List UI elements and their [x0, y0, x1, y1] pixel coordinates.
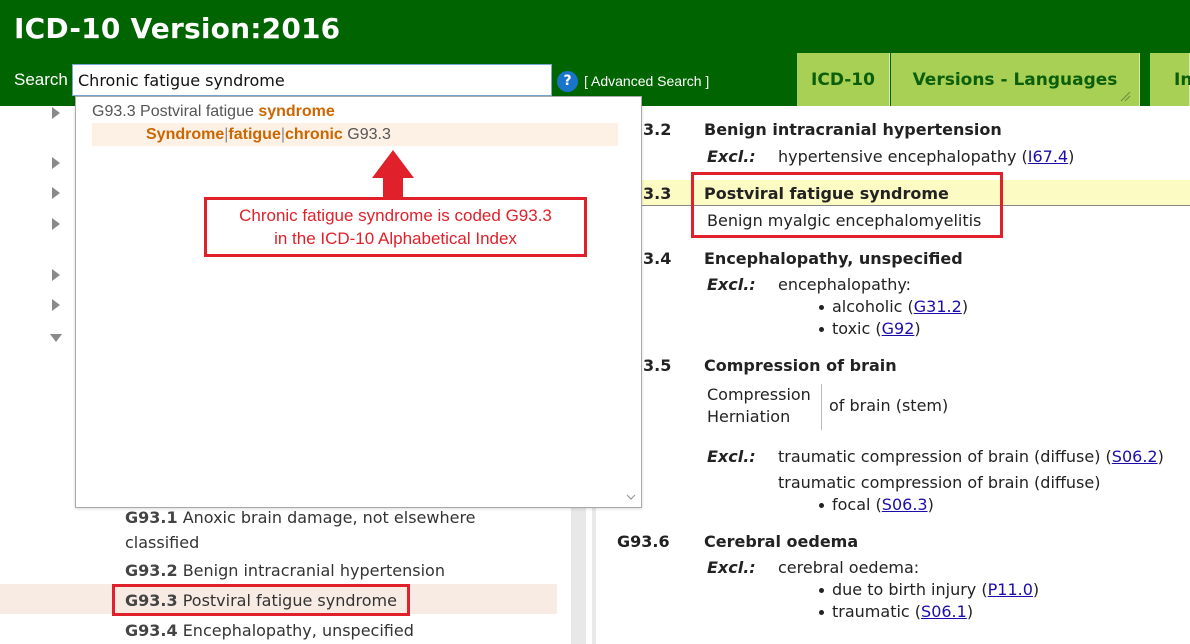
excl-item: traumatic compression of brain (diffuse)	[778, 473, 1101, 492]
excl-label: Excl.:	[707, 275, 756, 294]
annotation-arrow-icon	[372, 150, 414, 178]
tree-expand-icon[interactable]	[52, 218, 60, 230]
link-g31-2[interactable]: G31.2	[914, 297, 962, 316]
excl-subitem: traumatic (S06.1)	[832, 602, 974, 621]
category-highlight-box	[691, 172, 1003, 238]
excl-subitem: focal (S06.3)	[832, 495, 934, 514]
inclusion-term: of brain (stem)	[829, 396, 949, 415]
tree-expand-icon[interactable]	[52, 107, 60, 119]
tree-item-g93-1[interactable]: G93.1 Anoxic brain damage, not elsewhere	[125, 505, 476, 530]
excl-label: Excl.:	[707, 147, 756, 166]
tab-versions-languages[interactable]: Versions - Languages	[891, 53, 1140, 106]
bullet-icon	[819, 610, 824, 615]
advanced-search-link[interactable]: [ Advanced Search ]	[584, 73, 709, 89]
excl-label: Excl.:	[707, 558, 756, 577]
tree-expand-icon[interactable]	[52, 299, 60, 311]
excl-item: hypertensive encephalopathy (I67.4)	[778, 147, 1075, 166]
bullet-icon	[819, 588, 824, 593]
inclusion-term: Herniation	[707, 407, 791, 426]
link-i67-4[interactable]: I67.4	[1028, 147, 1068, 166]
tree-item-g93-4[interactable]: G93.4 Encephalopathy, unspecified	[125, 618, 414, 643]
tree-expand-icon[interactable]	[52, 157, 60, 169]
excl-item: traumatic compression of brain (diffuse)…	[778, 447, 1164, 466]
app-title: ICD-10 Version:2016	[14, 12, 341, 45]
code-g93-3: 3.3	[643, 184, 672, 203]
autocomplete-dropdown: G93.3 Postviral fatigue syndrome Syndrom…	[75, 96, 642, 508]
link-g92[interactable]: G92	[882, 319, 915, 338]
link-s06-2[interactable]: S06.2	[1112, 447, 1158, 466]
search-label: Search	[14, 70, 68, 89]
bullet-icon	[819, 305, 824, 310]
excl-subitem: alcoholic (G31.2)	[832, 297, 969, 316]
tree-collapse-icon[interactable]	[50, 334, 62, 342]
excl-subitem: due to birth injury (P11.0)	[832, 580, 1040, 599]
code-g93-2: 3.2	[643, 120, 672, 139]
bullet-icon	[819, 327, 824, 332]
inclusion-term: Compression	[707, 385, 811, 404]
tab-index[interactable]: In	[1150, 53, 1190, 106]
link-p11-0[interactable]: P11.0	[988, 580, 1033, 599]
bullet-icon	[819, 503, 824, 508]
title-g93-5: Compression of brain	[704, 356, 897, 375]
code-g93-6: G93.6	[617, 532, 670, 551]
resize-grip-icon	[1120, 91, 1131, 102]
tab-gap	[1141, 53, 1150, 106]
link-s06-3[interactable]: S06.3	[882, 495, 928, 514]
code-g93-5: 3.5	[643, 356, 672, 375]
annotation-arrow-shaft	[383, 177, 403, 197]
tab-icd-10[interactable]: ICD-10	[797, 53, 890, 106]
annotation-callout: Chronic fatigue syndrome is coded G93.3 …	[204, 197, 587, 257]
excl-item: cerebral oedema:	[778, 558, 920, 577]
tree-item-g93-1-cont[interactable]: classified	[125, 530, 199, 555]
search-input[interactable]	[72, 64, 552, 96]
suggestion-item[interactable]: G93.3 Postviral fatigue syndrome	[92, 103, 335, 121]
excl-label: Excl.:	[707, 447, 756, 466]
title-g93-2: Benign intracranial hypertension	[704, 120, 1002, 139]
excl-item: encephalopathy:	[778, 275, 912, 294]
suggestion-item-text[interactable]: Syndrome|fatigue|chronic G93.3	[146, 126, 391, 144]
excl-subitem: toxic (G92)	[832, 319, 921, 338]
title-g93-6: Cerebral oedema	[704, 532, 859, 551]
title-g93-4: Encephalopathy, unspecified	[704, 249, 963, 268]
tree-expand-icon[interactable]	[52, 187, 60, 199]
tree-expand-icon[interactable]	[52, 269, 60, 281]
tree-item-g93-2[interactable]: G93.2 Benign intracranial hypertension	[125, 558, 445, 583]
brace-line	[821, 384, 822, 430]
link-s06-1[interactable]: S06.1	[921, 602, 967, 621]
scroll-down-icon[interactable]	[626, 493, 636, 501]
help-icon[interactable]: ?	[557, 71, 578, 92]
tree-highlight-box	[112, 584, 410, 616]
code-g93-4: 3.4	[643, 249, 672, 268]
